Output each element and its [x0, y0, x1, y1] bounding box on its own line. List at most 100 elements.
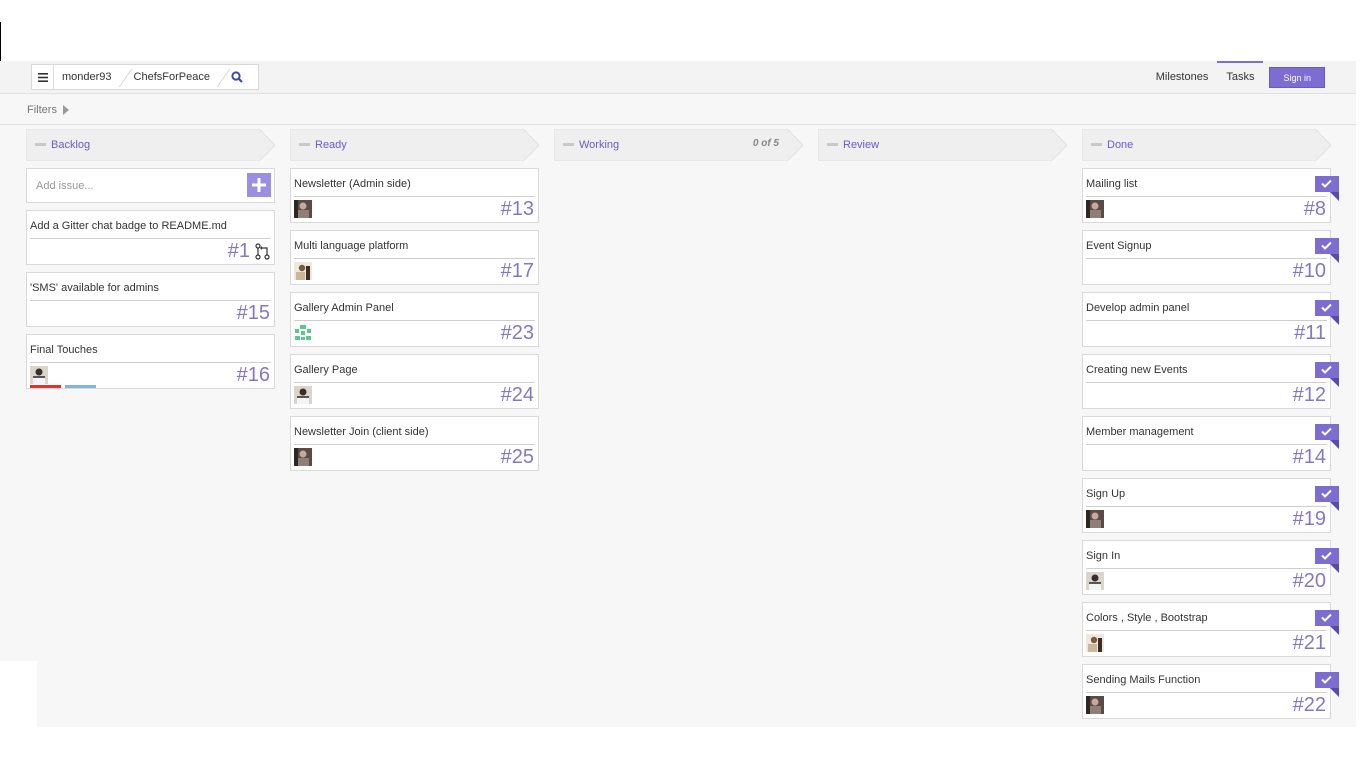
issue-number[interactable]: #14: [1293, 446, 1326, 469]
issue-number[interactable]: #16: [237, 364, 270, 387]
add-issue-field[interactable]: Add issue...: [26, 168, 275, 203]
issue-title[interactable]: Event Signup: [1086, 240, 1151, 252]
pull-request-icon[interactable]: [254, 243, 271, 265]
issue-title[interactable]: Creating new Events: [1086, 364, 1188, 376]
avatar[interactable]: [1086, 572, 1104, 590]
divider: [1086, 692, 1327, 693]
avatar[interactable]: [294, 386, 312, 404]
issue-title[interactable]: Multi language platform: [294, 240, 408, 252]
label-bar[interactable]: [65, 385, 96, 388]
divider: [294, 320, 535, 321]
column-header[interactable]: Done: [1082, 129, 1331, 161]
collapse-icon[interactable]: [299, 143, 310, 146]
caret-right-icon: [62, 105, 69, 115]
issue-card[interactable]: Sending Mails Function #22: [1082, 664, 1339, 719]
breadcrumb-user[interactable]: monder93: [54, 65, 126, 89]
column-header[interactable]: Review: [818, 129, 1067, 161]
sign-in-button[interactable]: Sign in: [1269, 67, 1325, 88]
issue-number[interactable]: #12: [1293, 384, 1326, 407]
label-bar[interactable]: [30, 385, 61, 388]
issue-number[interactable]: #1: [228, 240, 250, 263]
avatar[interactable]: [1086, 634, 1104, 652]
ribbon-fold: [1330, 316, 1339, 325]
issue-number[interactable]: #10: [1293, 260, 1326, 283]
issue-card[interactable]: Creating new Events #12: [1082, 354, 1339, 409]
issue-title[interactable]: Develop admin panel: [1086, 302, 1189, 314]
menu-icon[interactable]: [32, 65, 54, 89]
nav-tasks[interactable]: Tasks: [1217, 61, 1264, 94]
issue-number[interactable]: #21: [1293, 632, 1326, 655]
avatar[interactable]: [30, 366, 48, 384]
avatar[interactable]: [294, 262, 312, 280]
filter-bar: Filters: [0, 95, 1356, 125]
avatar[interactable]: [1086, 696, 1104, 714]
issue-title[interactable]: Sign In: [1086, 550, 1120, 562]
collapse-icon[interactable]: [827, 143, 838, 146]
issue-card[interactable]: Colors , Style , Bootstrap #21: [1082, 602, 1339, 657]
divider: [294, 382, 535, 383]
issue-title[interactable]: Newsletter Join (client side): [294, 426, 429, 438]
filters-toggle[interactable]: Filters: [27, 104, 69, 116]
issue-card[interactable]: Add a Gitter chat badge to README.md #1: [26, 210, 275, 265]
plus-icon[interactable]: [247, 173, 271, 197]
issue-number[interactable]: #24: [501, 384, 534, 407]
issue-card[interactable]: Multi language platform #17: [290, 230, 539, 285]
avatar[interactable]: [294, 324, 312, 342]
issue-number[interactable]: #25: [501, 446, 534, 469]
column-header[interactable]: Ready: [290, 129, 539, 161]
avatar[interactable]: [1086, 510, 1104, 528]
issue-number[interactable]: #19: [1293, 508, 1326, 531]
search-icon[interactable]: [224, 65, 250, 89]
column-header[interactable]: Working 0 of 5: [554, 129, 803, 161]
issue-card[interactable]: Sign In #20: [1082, 540, 1339, 595]
issue-number[interactable]: #22: [1293, 694, 1326, 717]
column-header[interactable]: Backlog: [26, 129, 275, 161]
issue-title[interactable]: Newsletter (Admin side): [294, 178, 411, 190]
issue-number[interactable]: #17: [501, 260, 534, 283]
issue-title[interactable]: Member management: [1086, 426, 1194, 438]
ribbon-fold: [1330, 564, 1339, 573]
issue-card[interactable]: Mailing list #8: [1082, 168, 1339, 223]
issue-number[interactable]: #15: [237, 302, 270, 325]
issue-title[interactable]: Sign Up: [1086, 488, 1125, 500]
issue-title[interactable]: Sending Mails Function: [1086, 674, 1200, 686]
issue-card[interactable]: Gallery Page #24: [290, 354, 539, 409]
issue-card[interactable]: Gallery Admin Panel #23: [290, 292, 539, 347]
issue-card[interactable]: Newsletter (Admin side) #13: [290, 168, 539, 223]
collapse-icon[interactable]: [35, 143, 46, 146]
issue-title[interactable]: Add a Gitter chat badge to README.md: [30, 220, 227, 232]
issue-title[interactable]: Final Touches: [30, 344, 98, 356]
issue-title[interactable]: 'SMS' available for admins: [30, 282, 159, 294]
divider: [1086, 444, 1327, 445]
avatar[interactable]: [294, 448, 312, 466]
check-icon: [1315, 610, 1339, 626]
ribbon-fold: [1330, 192, 1339, 201]
divider: [1086, 506, 1327, 507]
nav-milestones[interactable]: Milestones: [1147, 61, 1218, 94]
issue-number[interactable]: #8: [1304, 198, 1326, 221]
issue-card[interactable]: Newsletter Join (client side) #25: [290, 416, 539, 471]
issue-card[interactable]: Sign Up #19: [1082, 478, 1339, 533]
divider: [1086, 382, 1327, 383]
breadcrumb-repo[interactable]: ChefsForPeace: [126, 65, 224, 89]
issue-card[interactable]: Develop admin panel #11: [1082, 292, 1339, 347]
issue-title[interactable]: Gallery Page: [294, 364, 358, 376]
divider: [294, 258, 535, 259]
collapse-icon[interactable]: [563, 143, 574, 146]
top-bar: monder93 ChefsForPeace Milestones Tasks …: [0, 61, 1356, 94]
issue-title[interactable]: Colors , Style , Bootstrap: [1086, 612, 1208, 624]
issue-card[interactable]: Member management #14: [1082, 416, 1339, 471]
issue-card[interactable]: Final Touches #16: [26, 334, 275, 389]
issue-number[interactable]: #13: [501, 198, 534, 221]
issue-number[interactable]: #20: [1293, 570, 1326, 593]
issue-number[interactable]: #23: [501, 322, 534, 345]
issue-title[interactable]: Gallery Admin Panel: [294, 302, 394, 314]
issue-title[interactable]: Mailing list: [1086, 178, 1137, 190]
avatar[interactable]: [294, 200, 312, 218]
avatar[interactable]: [1086, 200, 1104, 218]
issue-number[interactable]: #11: [1294, 322, 1326, 345]
collapse-icon[interactable]: [1091, 143, 1102, 146]
issue-labels: [30, 385, 96, 388]
issue-card[interactable]: Event Signup #10: [1082, 230, 1339, 285]
issue-card[interactable]: 'SMS' available for admins #15: [26, 272, 275, 327]
